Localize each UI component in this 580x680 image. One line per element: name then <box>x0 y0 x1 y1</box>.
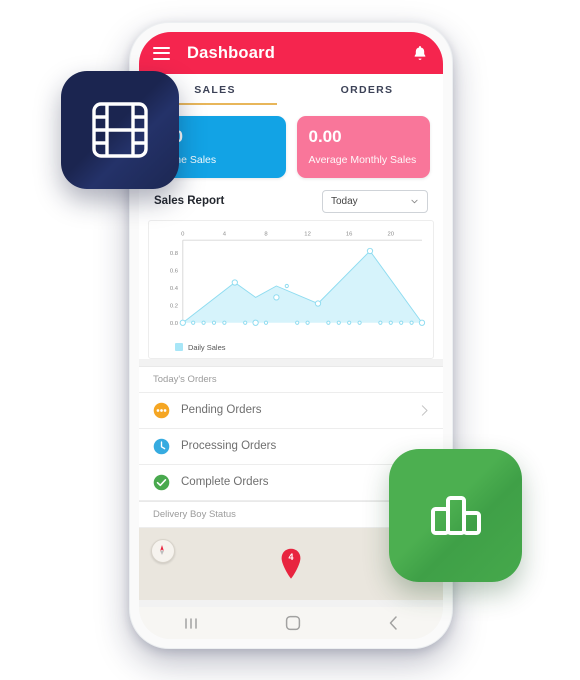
back-icon[interactable] <box>387 615 400 631</box>
average-monthly-sales-value: 0.00 <box>308 127 342 146</box>
sales-report-title: Sales Report <box>154 195 225 208</box>
svg-text:0.6: 0.6 <box>170 268 179 274</box>
svg-text:4: 4 <box>223 231 227 237</box>
all-time-sales-label: Time Sales <box>164 153 217 166</box>
svg-text:0: 0 <box>181 231 185 237</box>
clock-icon <box>153 438 170 454</box>
app-bar: Dashboard <box>139 32 443 74</box>
svg-text:20: 20 <box>388 231 395 237</box>
svg-text:0.8: 0.8 <box>170 250 179 256</box>
sales-report-panel: Sales Report Today 0 4 8 12 16 20 0.0 0.2 0.4 0.6… <box>139 186 443 359</box>
svg-text:0.2: 0.2 <box>170 303 178 309</box>
chevron-right-icon <box>421 404 428 416</box>
date-range-value: Today <box>331 195 358 207</box>
hamburger-menu-icon[interactable] <box>153 46 170 60</box>
chevron-down-icon <box>411 199 418 203</box>
system-navigation-bar <box>139 607 443 639</box>
film-grid-app-icon[interactable] <box>61 71 179 189</box>
bar-chart-app-icon[interactable] <box>389 449 522 582</box>
svg-text:8: 8 <box>264 231 268 237</box>
sales-area-chart: 0 4 8 12 16 20 0.0 0.2 0.4 0.6 0.8 <box>170 231 426 326</box>
average-monthly-sales-label: Average Monthly Sales <box>308 153 417 166</box>
todays-orders-heading: Today's Orders <box>139 365 443 393</box>
sales-chart: 0 4 8 12 16 20 0.0 0.2 0.4 0.6 0.8 Daily Sales <box>148 219 434 359</box>
list-item-label: Complete Orders <box>181 476 269 489</box>
svg-text:12: 12 <box>304 231 311 237</box>
legend-swatch-daily-sales <box>175 343 183 352</box>
home-icon[interactable] <box>285 615 301 631</box>
compass-icon[interactable] <box>151 538 175 563</box>
average-monthly-sales-card[interactable]: 0.00 Average Monthly Sales <box>296 116 430 178</box>
svg-text:16: 16 <box>346 231 353 237</box>
list-item-label: Pending Orders <box>181 404 262 417</box>
svg-text:0.4: 0.4 <box>170 285 179 291</box>
chart-legend: Daily Sales <box>153 342 429 355</box>
bar-chart-icon <box>430 495 481 535</box>
legend-label-daily-sales: Daily Sales <box>188 342 226 352</box>
compass-needle-icon <box>160 544 164 555</box>
film-strip-icon <box>92 102 148 158</box>
svg-text:0.0: 0.0 <box>170 320 179 326</box>
recents-icon[interactable] <box>182 616 200 631</box>
pending-dots-icon <box>153 402 170 418</box>
stat-cards: 00 Time Sales 0.00 Average Monthly Sales <box>139 105 443 187</box>
map-marker[interactable] <box>280 548 302 579</box>
notification-bell-icon[interactable] <box>411 44 429 62</box>
list-item-pending-orders[interactable]: Pending Orders <box>139 392 443 429</box>
list-item-label: Processing Orders <box>181 440 277 453</box>
all-time-sales-value: 00 <box>164 127 274 147</box>
date-range-dropdown[interactable]: Today <box>322 189 428 213</box>
screenshot-stage: Dashboard SALES ORDERS 00 Time Sales <box>0 0 580 680</box>
tab-orders[interactable]: ORDERS <box>291 74 443 105</box>
tab-bar: SALES ORDERS <box>139 74 443 105</box>
sales-report-header: Sales Report Today <box>139 186 443 220</box>
page-title: Dashboard <box>187 43 275 62</box>
check-circle-icon <box>153 474 170 490</box>
